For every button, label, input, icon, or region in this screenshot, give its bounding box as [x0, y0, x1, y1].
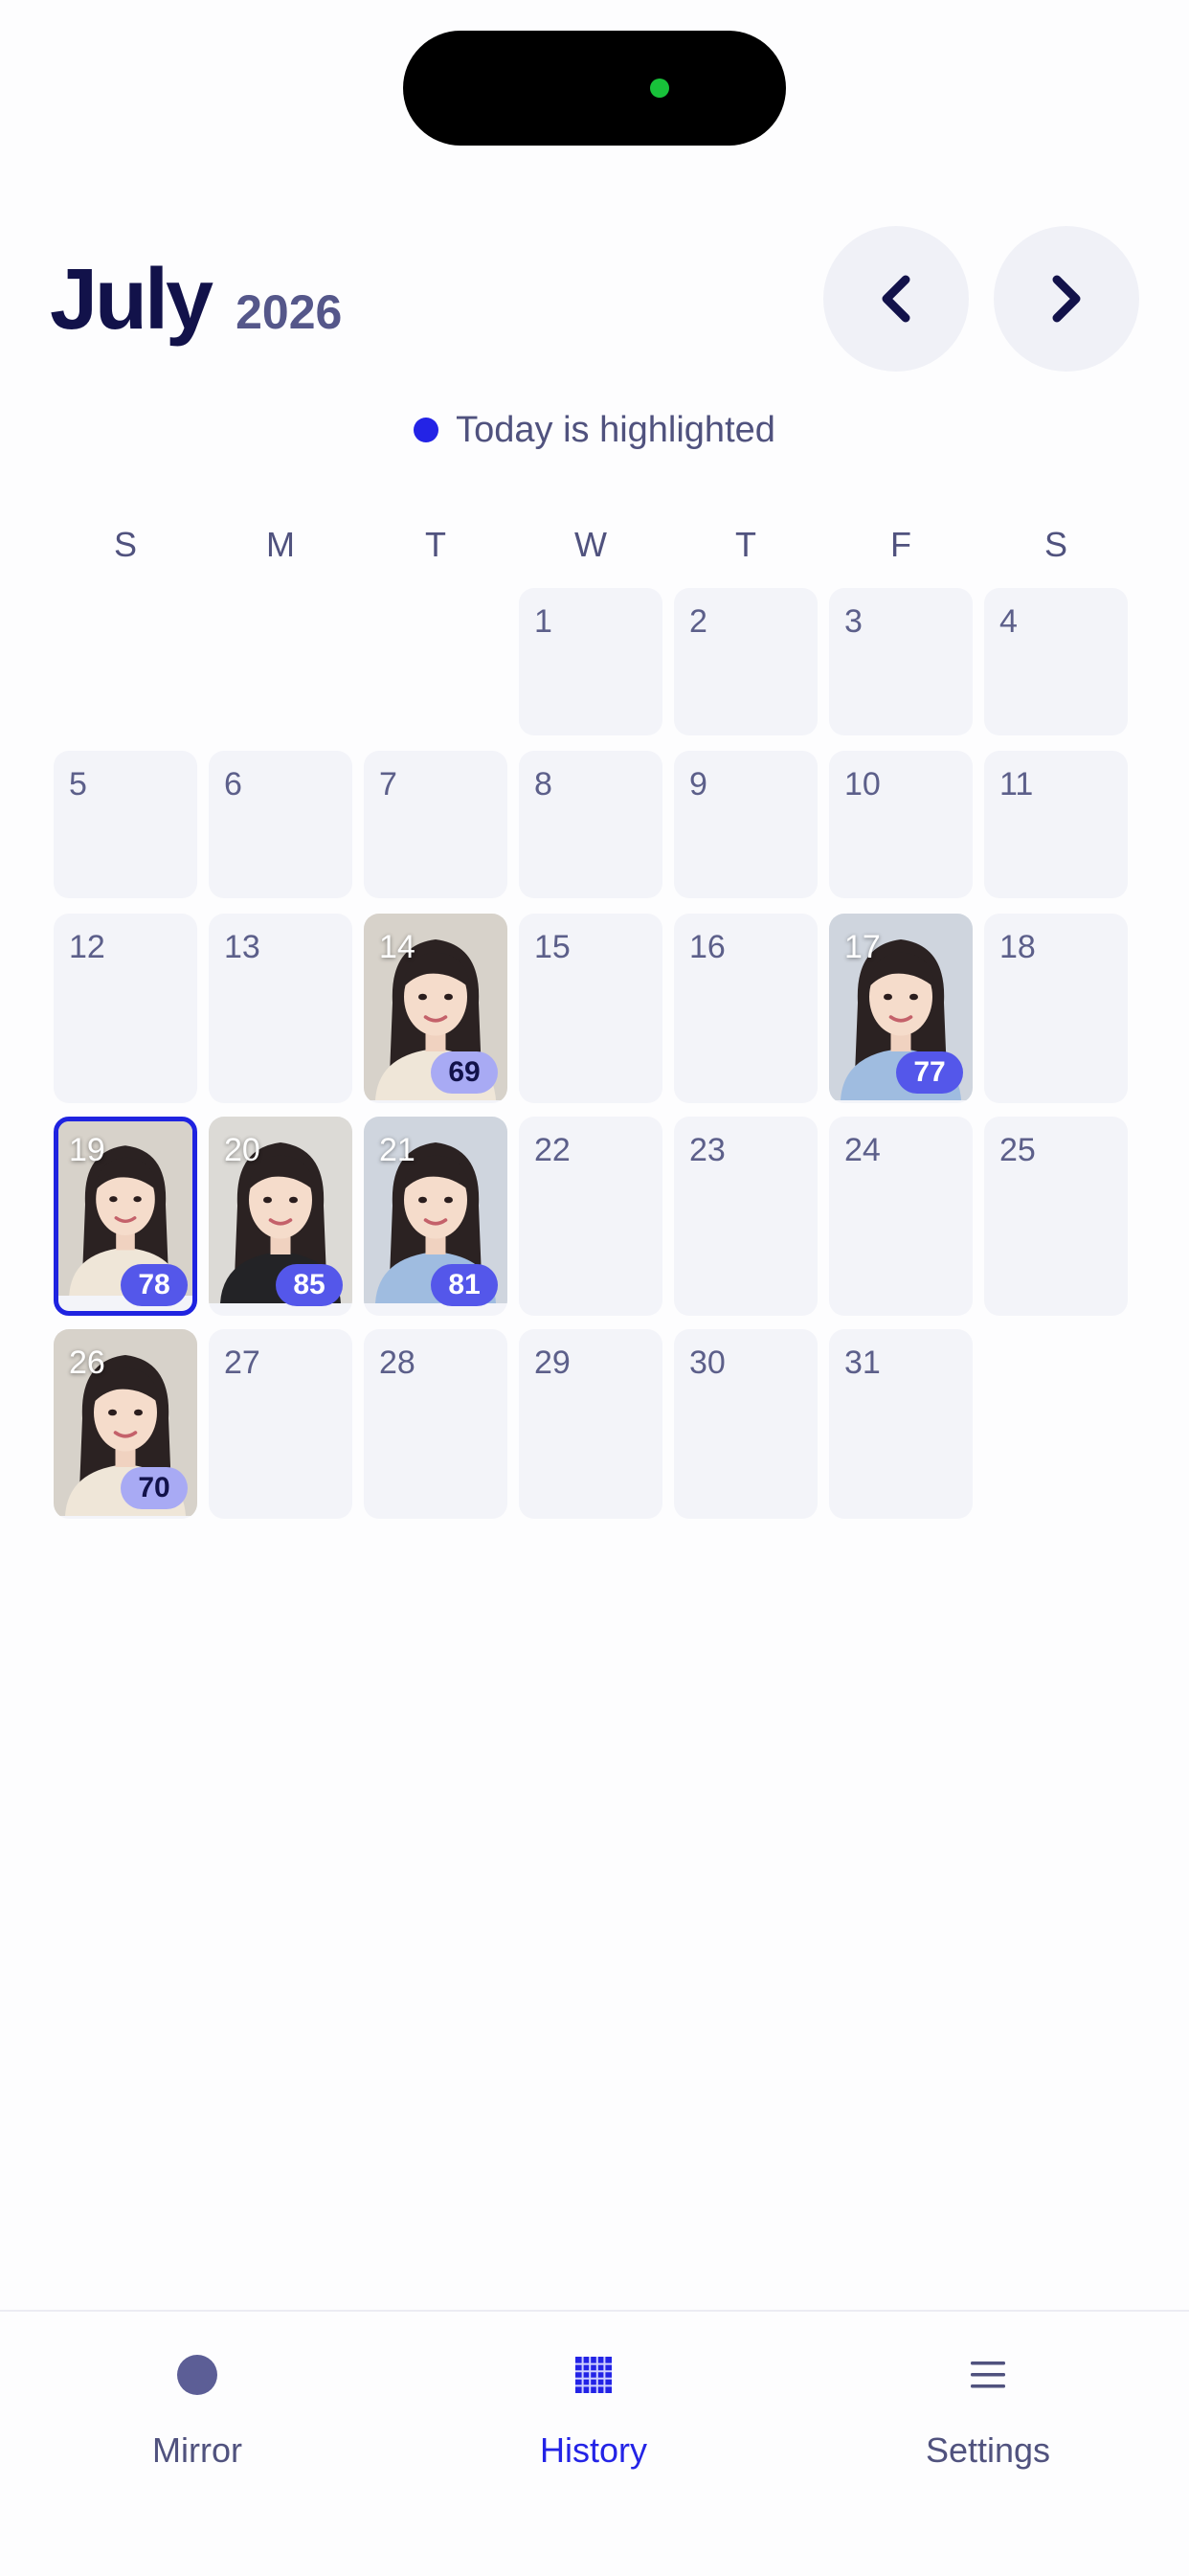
day-number: 13: [224, 929, 260, 965]
month-header: July 2026: [50, 251, 342, 350]
tab-label: Settings: [925, 2430, 1051, 2470]
tab-bar: Mirror History Settings: [0, 2310, 1189, 2576]
calendar-day[interactable]: 24: [829, 1117, 973, 1316]
calendar-day[interactable]: 23: [674, 1117, 818, 1316]
calendar-day[interactable]: 6: [209, 751, 352, 898]
day-number: 17: [844, 929, 881, 965]
calendar-day[interactable]: 2: [674, 588, 818, 735]
calendar-day[interactable]: 26 70: [54, 1329, 197, 1519]
calendar-day[interactable]: 31: [829, 1329, 973, 1519]
day-number: 4: [999, 603, 1018, 640]
tab-label: Mirror: [152, 2430, 242, 2470]
tab-history[interactable]: History: [450, 2344, 737, 2471]
calendar-day[interactable]: 25: [984, 1117, 1128, 1316]
day-number: 16: [689, 929, 726, 965]
tab-mirror[interactable]: Mirror: [54, 2344, 341, 2471]
calendar-day[interactable]: 27: [209, 1329, 352, 1519]
previous-month-button[interactable]: [823, 226, 969, 372]
day-number: 22: [534, 1132, 571, 1168]
score-badge: 85: [276, 1264, 343, 1306]
day-number: 3: [844, 603, 863, 640]
month-title: July: [50, 252, 213, 348]
day-number: 6: [224, 766, 242, 802]
day-number: 9: [689, 766, 707, 802]
calendar-day[interactable]: 28: [364, 1329, 507, 1519]
day-number: 27: [224, 1344, 260, 1381]
calendar-day[interactable]: 12: [54, 914, 197, 1103]
year-label: 2026: [236, 285, 343, 339]
calendar-grid-icon: [575, 2357, 612, 2393]
score-badge: 78: [121, 1264, 188, 1306]
day-number: 1: [534, 603, 552, 640]
day-number: 7: [379, 766, 397, 802]
day-number: 25: [999, 1132, 1036, 1168]
day-number: 20: [224, 1132, 260, 1168]
day-number: 29: [534, 1344, 571, 1381]
next-month-button[interactable]: [994, 226, 1139, 372]
weekday-label: S: [1043, 525, 1067, 564]
weekday-label: M: [266, 525, 295, 564]
calendar-day[interactable]: 16: [674, 914, 818, 1103]
calendar-day[interactable]: 17 77: [829, 914, 973, 1103]
calendar-day[interactable]: 13: [209, 914, 352, 1103]
calendar-day[interactable]: 10: [829, 751, 973, 898]
day-number: 21: [379, 1132, 415, 1168]
day-number: 8: [534, 766, 552, 802]
calendar-day[interactable]: 4: [984, 588, 1128, 735]
calendar-day[interactable]: 20 85: [209, 1117, 352, 1316]
day-number: 12: [69, 929, 105, 965]
calendar-day[interactable]: 30: [674, 1329, 818, 1519]
today-legend: Today is highlighted: [0, 410, 1189, 451]
calendar-day[interactable]: 22: [519, 1117, 662, 1316]
day-number: 28: [379, 1344, 415, 1381]
day-number: 24: [844, 1132, 881, 1168]
chevron-right-icon: [1052, 275, 1081, 323]
score-badge: 69: [431, 1051, 498, 1094]
score-badge: 81: [431, 1264, 498, 1306]
dynamic-island: [403, 31, 786, 146]
day-number: 19: [69, 1132, 105, 1168]
circle-icon: [177, 2355, 217, 2395]
calendar-day[interactable]: 7: [364, 751, 507, 898]
score-badge: 77: [896, 1051, 963, 1094]
weekday-header: SMTWTFS: [50, 525, 1135, 567]
score-badge: 70: [121, 1467, 188, 1509]
tab-settings[interactable]: Settings: [844, 2344, 1132, 2471]
calendar-day[interactable]: 3: [829, 588, 973, 735]
today-dot-icon: [414, 418, 439, 442]
calendar-day[interactable]: 29: [519, 1329, 662, 1519]
weekday-label: F: [890, 525, 911, 564]
menu-icon: [971, 2361, 1005, 2388]
day-number: 14: [379, 929, 415, 965]
calendar-day[interactable]: 5: [54, 751, 197, 898]
day-number: 26: [69, 1344, 105, 1381]
tab-label: History: [539, 2430, 647, 2470]
day-number: 31: [844, 1344, 881, 1381]
calendar-day[interactable]: 1: [519, 588, 662, 735]
calendar-day[interactable]: 8: [519, 751, 662, 898]
calendar-day[interactable]: 14 69: [364, 914, 507, 1103]
calendar-day[interactable]: 9: [674, 751, 818, 898]
calendar-day[interactable]: 21 81: [364, 1117, 507, 1316]
today-legend-text: Today is highlighted: [456, 410, 775, 450]
day-number: 30: [689, 1344, 726, 1381]
weekday-label: T: [735, 525, 756, 564]
calendar-day[interactable]: 11: [984, 751, 1128, 898]
chevron-left-icon: [882, 275, 910, 323]
day-number: 10: [844, 766, 881, 802]
calendar-day[interactable]: 15: [519, 914, 662, 1103]
day-number: 11: [999, 766, 1034, 802]
day-number: 2: [689, 603, 707, 640]
calendar-day[interactable]: 18: [984, 914, 1128, 1103]
calendar-day-today[interactable]: 19 78: [54, 1117, 197, 1316]
day-number: 5: [69, 766, 87, 802]
weekday-label: T: [425, 525, 446, 564]
day-number: 15: [534, 929, 571, 965]
weekday-label: W: [574, 525, 607, 564]
weekday-label: S: [113, 525, 137, 564]
day-number: 23: [689, 1132, 726, 1168]
day-number: 18: [999, 929, 1036, 965]
camera-indicator: [650, 79, 669, 98]
